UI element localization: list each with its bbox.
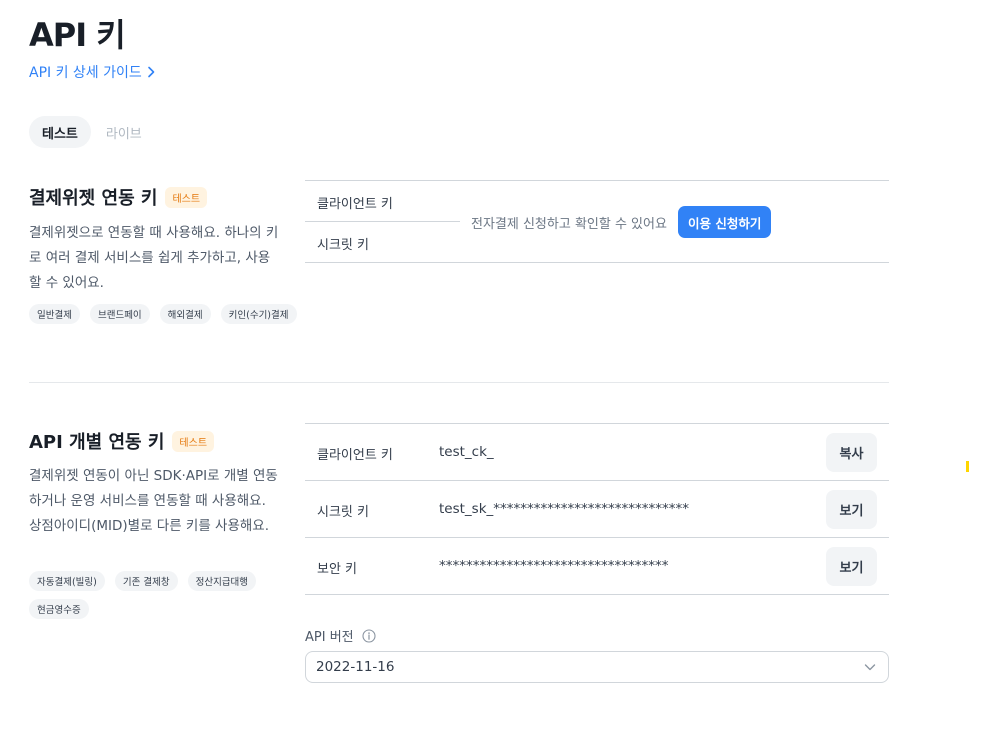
chip: 키인(수기)결제 bbox=[220, 304, 297, 324]
api-version-select[interactable]: 2022-11-16 bbox=[305, 651, 889, 683]
view-secret-key-button[interactable]: 보기 bbox=[826, 490, 877, 529]
test-badge: 테스트 bbox=[165, 186, 208, 208]
apply-button[interactable]: 이용 신청하기 bbox=[678, 206, 772, 238]
view-security-key-button[interactable]: 보기 bbox=[826, 547, 877, 586]
widget-section-description: 결제위젯으로 연동할 때 사용해요. 하나의 키로 여러 결제 서비스를 쉽게 … bbox=[29, 225, 279, 291]
tab-live[interactable]: 라이브 bbox=[93, 116, 155, 148]
chevron-right-icon bbox=[147, 66, 155, 78]
widget-key-panel: 클라이언트 키 시크릿 키 전자결제 신청하고 확인할 수 있어요 이용 신청하… bbox=[305, 180, 889, 263]
api-section-description: 결제위젯 연동이 아닌 SDK·API로 개별 연동하거나 운영 서비스를 연동… bbox=[29, 468, 278, 534]
guide-link-label: API 키 상세 가이드 bbox=[29, 65, 142, 81]
security-key-label: 보안 키 bbox=[317, 562, 358, 577]
client-key-value: test_ck_ bbox=[439, 444, 494, 460]
test-badge: 테스트 bbox=[172, 430, 215, 452]
secret-key-label: 시크릿 키 bbox=[317, 238, 369, 253]
chevron-down-icon bbox=[864, 664, 876, 671]
api-section-title: API 개별 연동 키 테스트 bbox=[29, 428, 215, 454]
api-version-value: 2022-11-16 bbox=[316, 659, 395, 675]
tab-test[interactable]: 테스트 bbox=[29, 116, 91, 148]
chip: 기존 결제창 bbox=[114, 571, 178, 591]
key-row-client: 클라이언트 키 test_ck_ 복사 bbox=[305, 424, 889, 481]
chip: 정산지급대행 bbox=[187, 571, 257, 591]
chip: 자동결제(빌링) bbox=[29, 571, 105, 591]
apply-notice: 전자결제 신청하고 확인할 수 있어요 bbox=[471, 217, 667, 232]
section-divider bbox=[29, 382, 889, 383]
secret-key-value: test_sk_***************************** bbox=[439, 501, 690, 517]
copy-button[interactable]: 복사 bbox=[826, 433, 877, 472]
key-row-security: 보안 키 ********************************** … bbox=[305, 538, 889, 595]
chip: 브랜드페이 bbox=[89, 304, 150, 324]
api-key-table: 클라이언트 키 test_ck_ 복사 시크릿 키 test_sk_******… bbox=[305, 423, 889, 595]
api-section-title-text: API 개별 연동 키 bbox=[29, 432, 165, 453]
scroll-marker bbox=[966, 461, 969, 472]
client-key-label: 클라이언트 키 bbox=[317, 448, 393, 463]
row-divider bbox=[305, 221, 460, 222]
widget-section-title-text: 결제위젯 연동 키 bbox=[29, 188, 158, 209]
client-key-label: 클라이언트 키 bbox=[317, 197, 393, 212]
api-version-label: API 버전 bbox=[305, 626, 376, 645]
api-key-guide-link[interactable]: API 키 상세 가이드 bbox=[29, 62, 156, 82]
secret-key-label: 시크릿 키 bbox=[317, 505, 369, 520]
widget-section-title: 결제위젯 연동 키 테스트 bbox=[29, 184, 208, 210]
page-title: API 키 bbox=[29, 16, 126, 54]
security-key-value: ********************************** bbox=[439, 558, 669, 574]
chip: 현금영수증 bbox=[29, 599, 89, 619]
api-version-label-text: API 버전 bbox=[305, 630, 354, 645]
chip: 일반결제 bbox=[29, 304, 80, 324]
environment-tabs: 테스트 라이브 bbox=[29, 116, 155, 148]
chip: 해외결제 bbox=[159, 304, 211, 324]
widget-section-chips: 일반결제 브랜드페이 해외결제 키인(수기)결제 bbox=[29, 304, 299, 324]
api-section-chips: 자동결제(빌링) 기존 결제창 정산지급대행 현금영수증 bbox=[29, 571, 299, 619]
info-icon[interactable] bbox=[362, 628, 376, 643]
key-row-secret: 시크릿 키 test_sk_**************************… bbox=[305, 481, 889, 538]
